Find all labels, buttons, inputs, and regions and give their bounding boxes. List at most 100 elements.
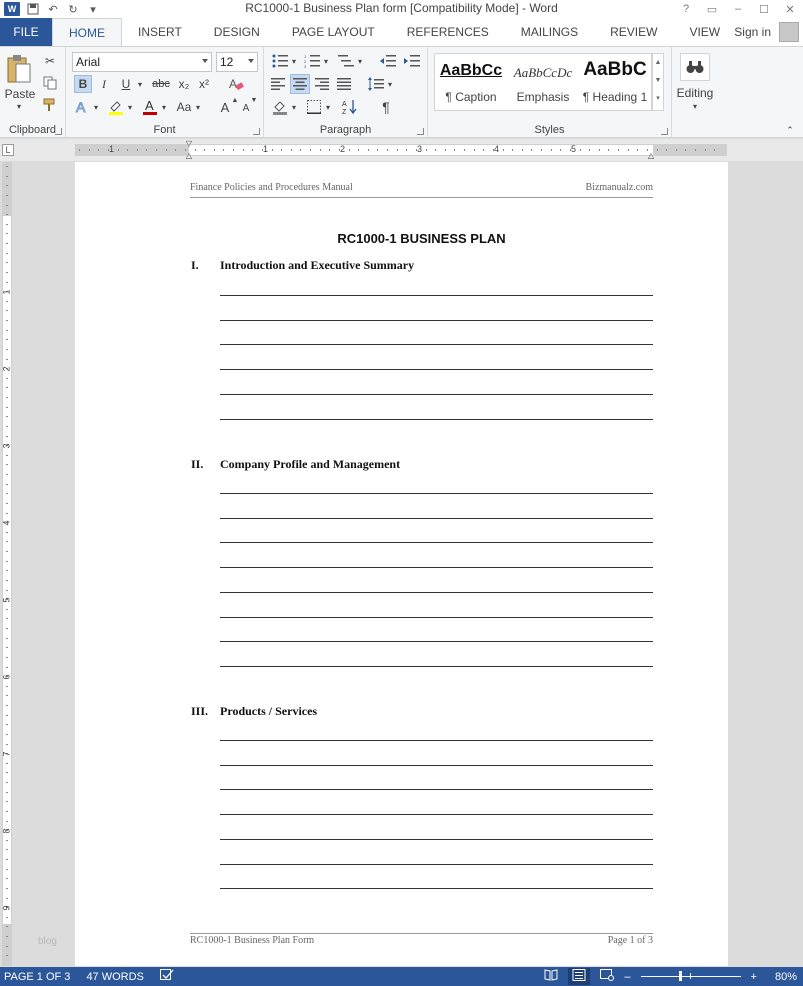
font-color-dropdown-icon[interactable]: ▾ bbox=[160, 99, 168, 115]
paragraph-launcher-icon[interactable] bbox=[417, 128, 424, 135]
section-3-writing-line[interactable] bbox=[220, 765, 653, 766]
print-layout-icon[interactable] bbox=[568, 968, 591, 985]
italic-button[interactable]: I bbox=[96, 75, 112, 93]
align-right-icon[interactable] bbox=[312, 74, 332, 94]
horizontal-ruler[interactable]: ▽ △ △ 1 1 2 3 4 5 bbox=[75, 139, 727, 160]
section-1-writing-line[interactable] bbox=[220, 320, 653, 321]
section-2-writing-line[interactable] bbox=[220, 518, 653, 519]
bold-button[interactable]: B bbox=[74, 75, 92, 93]
strikethrough-button[interactable]: abc bbox=[150, 75, 172, 93]
paste-dropdown-icon[interactable]: ▾ bbox=[14, 101, 24, 111]
underline-button[interactable]: U bbox=[118, 75, 134, 93]
multilevel-list-icon[interactable] bbox=[336, 51, 356, 71]
sign-in-link[interactable]: Sign in bbox=[734, 25, 771, 39]
style-caption[interactable]: AaBbCc ¶ Caption bbox=[435, 54, 507, 110]
tab-mailings[interactable]: MAILINGS bbox=[505, 18, 594, 46]
style-heading-1[interactable]: AaBbC ¶ Heading 1 bbox=[579, 54, 651, 110]
highlight-icon[interactable] bbox=[106, 97, 126, 117]
proofing-icon[interactable] bbox=[159, 969, 174, 984]
cut-icon[interactable]: ✂ bbox=[42, 53, 58, 69]
zoom-slider-thumb[interactable] bbox=[678, 971, 682, 981]
font-size-combo[interactable]: 12 bbox=[216, 52, 258, 72]
font-color-icon[interactable]: A bbox=[140, 97, 160, 117]
text-effects-dropdown-icon[interactable]: ▾ bbox=[92, 99, 100, 115]
hanging-indent-icon[interactable]: △ bbox=[183, 151, 195, 160]
show-formatting-button[interactable]: ¶ bbox=[376, 97, 396, 117]
section-3-writing-line[interactable] bbox=[220, 864, 653, 865]
section-1-writing-line[interactable] bbox=[220, 419, 653, 420]
increase-indent-icon[interactable] bbox=[402, 51, 422, 71]
borders-icon[interactable] bbox=[304, 97, 324, 117]
section-1-writing-line[interactable] bbox=[220, 369, 653, 370]
customize-toolbar-icon[interactable]: ▾ bbox=[86, 2, 100, 16]
grow-font-button[interactable]: A bbox=[218, 97, 232, 117]
font-size-dropdown-icon[interactable] bbox=[248, 59, 254, 63]
ribbon-display-button[interactable]: ▭ bbox=[699, 0, 725, 18]
tab-selector-icon[interactable]: L bbox=[2, 144, 14, 156]
section-3-writing-line[interactable] bbox=[220, 740, 653, 741]
sort-icon[interactable]: AZ bbox=[340, 97, 360, 117]
paste-label[interactable]: Paste bbox=[2, 87, 38, 101]
style-emphasis[interactable]: AaBbCcDc Emphasis bbox=[507, 54, 579, 110]
tab-references[interactable]: REFERENCES bbox=[391, 18, 505, 46]
section-2-writing-line[interactable] bbox=[220, 493, 653, 494]
line-spacing-icon[interactable] bbox=[366, 74, 386, 94]
line-spacing-dropdown-icon[interactable]: ▾ bbox=[386, 76, 394, 92]
styles-launcher-icon[interactable] bbox=[661, 128, 668, 135]
tab-review[interactable]: REVIEW bbox=[594, 18, 673, 46]
borders-dropdown-icon[interactable]: ▾ bbox=[324, 99, 332, 115]
gallery-down-icon[interactable]: ▼ bbox=[653, 72, 663, 90]
redo-icon[interactable]: ↻ bbox=[66, 2, 80, 16]
section-3-writing-line[interactable] bbox=[220, 888, 653, 889]
copy-icon[interactable] bbox=[42, 75, 58, 91]
word-count[interactable]: 47 WORDS bbox=[86, 971, 143, 983]
vertical-ruler[interactable]: 1 2 3 4 5 6 7 8 9 bbox=[2, 162, 12, 966]
numbering-icon[interactable]: 123 bbox=[302, 51, 322, 71]
undo-icon[interactable]: ↶ bbox=[46, 2, 60, 16]
section-3-writing-line[interactable] bbox=[220, 789, 653, 790]
format-painter-icon[interactable] bbox=[42, 97, 58, 113]
page-count[interactable]: PAGE 1 OF 3 bbox=[4, 971, 70, 983]
tab-view[interactable]: VIEW bbox=[673, 18, 736, 46]
section-2-writing-line[interactable] bbox=[220, 567, 653, 568]
editing-button[interactable]: Editing bbox=[672, 85, 718, 101]
bullets-icon[interactable] bbox=[270, 51, 290, 71]
tab-page-layout[interactable]: PAGE LAYOUT bbox=[276, 18, 391, 46]
shading-icon[interactable] bbox=[270, 97, 290, 117]
shading-dropdown-icon[interactable]: ▾ bbox=[290, 99, 298, 115]
change-case-button[interactable]: Aa bbox=[174, 97, 194, 117]
font-name-combo[interactable]: Arial bbox=[72, 52, 212, 72]
subscript-button[interactable]: x₂ bbox=[176, 75, 192, 93]
bullets-dropdown-icon[interactable]: ▾ bbox=[290, 53, 298, 69]
font-launcher-icon[interactable] bbox=[253, 128, 260, 135]
paste-icon[interactable] bbox=[4, 53, 34, 85]
styles-gallery-scroll[interactable]: ▲ ▼ ▾ bbox=[652, 53, 664, 111]
tab-design[interactable]: DESIGN bbox=[198, 18, 276, 46]
clipboard-launcher-icon[interactable] bbox=[55, 128, 62, 135]
user-avatar[interactable] bbox=[779, 22, 799, 42]
tab-file[interactable]: FILE bbox=[0, 18, 52, 46]
align-center-icon[interactable] bbox=[290, 74, 310, 94]
binoculars-icon[interactable] bbox=[680, 53, 710, 81]
section-2-writing-line[interactable] bbox=[220, 592, 653, 593]
underline-dropdown-icon[interactable]: ▾ bbox=[136, 75, 144, 93]
zoom-in-button[interactable]: + bbox=[751, 971, 757, 983]
zoom-out-button[interactable]: – bbox=[624, 971, 630, 983]
align-left-icon[interactable] bbox=[268, 74, 288, 94]
close-button[interactable]: ✕ bbox=[777, 0, 803, 18]
change-case-dropdown-icon[interactable]: ▾ bbox=[194, 99, 202, 115]
minimize-button[interactable]: – bbox=[725, 0, 751, 18]
right-indent-icon[interactable]: △ bbox=[645, 151, 657, 160]
gallery-up-icon[interactable]: ▲ bbox=[653, 54, 663, 72]
maximize-button[interactable]: ☐ bbox=[751, 0, 777, 18]
clear-formatting-icon[interactable]: A bbox=[226, 75, 246, 93]
zoom-level[interactable]: 80% bbox=[775, 971, 797, 983]
help-button[interactable]: ? bbox=[673, 0, 699, 18]
section-2-writing-line[interactable] bbox=[220, 542, 653, 543]
numbering-dropdown-icon[interactable]: ▾ bbox=[322, 53, 330, 69]
word-app-icon[interactable]: W bbox=[4, 2, 20, 16]
first-line-indent-icon[interactable]: ▽ bbox=[183, 139, 195, 148]
collapse-ribbon-icon[interactable]: ⌃ bbox=[784, 125, 796, 135]
section-2-writing-line[interactable] bbox=[220, 641, 653, 642]
zoom-slider[interactable] bbox=[640, 971, 741, 981]
